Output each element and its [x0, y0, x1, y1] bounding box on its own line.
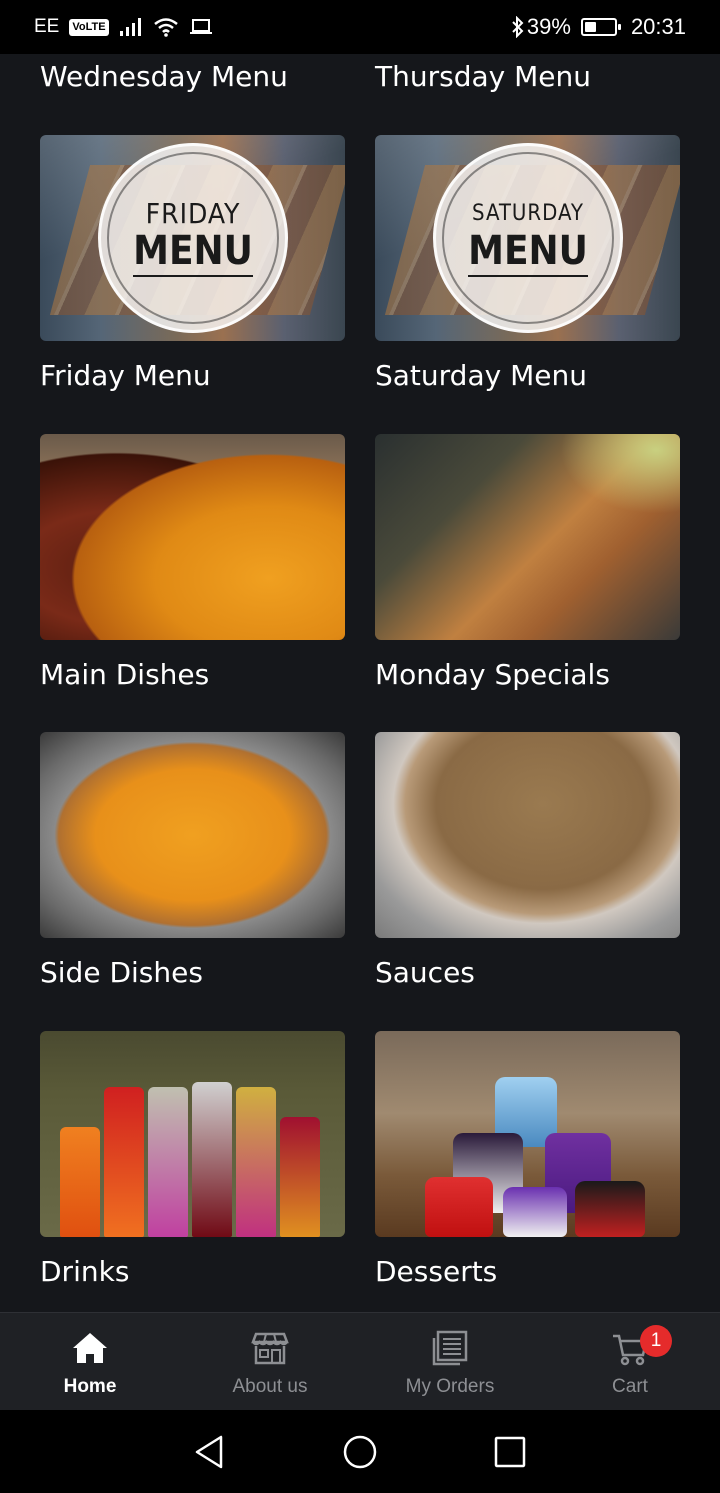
volte-badge: VoLTE [69, 18, 109, 36]
home-system-button[interactable] [340, 1432, 380, 1472]
category-title: Saturday Menu [375, 359, 587, 392]
category-grid: Wednesday Menu Thursday Menu FRIDAY MENU… [0, 54, 720, 1312]
system-navigation-bar [0, 1410, 720, 1493]
category-card-drinks[interactable]: Drinks [40, 1031, 345, 1288]
nav-home-label: Home [63, 1376, 117, 1397]
thursday-menu-label[interactable]: Thursday Menu [375, 60, 591, 93]
category-title: Sauces [375, 956, 475, 989]
home-icon [73, 1333, 107, 1363]
category-title: Drinks [40, 1255, 130, 1288]
stamp-day: FRIDAY [145, 197, 241, 230]
laptop-icon [189, 19, 212, 34]
nav-about-us[interactable]: About us [180, 1313, 360, 1411]
back-button[interactable] [190, 1432, 230, 1472]
main-dishes-image [40, 434, 345, 640]
sauces-image [375, 732, 680, 938]
orders-icon [432, 1330, 468, 1366]
category-title: Monday Specials [375, 658, 610, 691]
category-card-sauces[interactable]: Sauces [375, 732, 680, 989]
recents-square-icon [494, 1436, 526, 1467]
drinks-image [40, 1031, 345, 1237]
category-card-desserts[interactable]: Desserts [375, 1031, 680, 1288]
stamp-menu: MENU [133, 229, 253, 277]
battery-level [584, 22, 596, 32]
category-title: Friday Menu [40, 359, 211, 392]
stamp-menu: MENU [468, 229, 588, 277]
category-title: Side Dishes [40, 956, 203, 989]
status-bar: EE VoLTE 39% 20:31 [0, 0, 720, 54]
saturday-menu-image: SATURDAY MENU [375, 135, 680, 341]
cart-count-badge: 1 [640, 1325, 672, 1357]
side-dishes-image [40, 732, 345, 938]
signal-icon [119, 18, 141, 36]
wednesday-menu-label[interactable]: Wednesday Menu [40, 60, 288, 93]
category-card-main-dishes[interactable]: Main Dishes [40, 434, 345, 691]
category-card-saturday[interactable]: SATURDAY MENU Saturday Menu [375, 135, 680, 392]
home-circle-icon [343, 1435, 377, 1468]
category-card-friday[interactable]: FRIDAY MENU Friday Menu [40, 135, 345, 392]
bluetooth-icon [512, 16, 524, 38]
nav-about-us-label: About us [232, 1376, 308, 1397]
friday-menu-image: FRIDAY MENU [40, 135, 345, 341]
category-card-monday-specials[interactable]: Monday Specials [375, 434, 680, 691]
status-right: 39% 20:31 [511, 14, 686, 40]
recents-button[interactable] [490, 1432, 530, 1472]
status-left: EE VoLTE [34, 16, 213, 38]
battery-percent: 39% [526, 14, 571, 39]
menu-stamp: SATURDAY MENU [433, 143, 623, 333]
category-title: Desserts [375, 1255, 498, 1288]
back-triangle-icon [195, 1435, 223, 1468]
monday-specials-image [375, 434, 680, 640]
category-card-side-dishes[interactable]: Side Dishes [40, 732, 345, 989]
battery-icon [580, 18, 621, 36]
nav-cart-label: Cart [612, 1376, 648, 1397]
stamp-day: SATURDAY [472, 201, 584, 226]
nav-home[interactable]: Home [0, 1313, 180, 1411]
category-title: Main Dishes [40, 658, 210, 691]
desserts-image [375, 1031, 680, 1237]
bottom-navigation: Home About us My Orders Cart 1 [0, 1312, 720, 1410]
wifi-icon [153, 18, 178, 37]
menu-stamp: FRIDAY MENU [98, 143, 288, 333]
nav-my-orders[interactable]: My Orders [360, 1313, 540, 1411]
nav-my-orders-label: My Orders [405, 1376, 495, 1397]
nav-cart[interactable]: Cart 1 [540, 1313, 720, 1411]
carrier-label: EE [34, 16, 60, 37]
clock: 20:31 [630, 14, 686, 39]
store-icon [251, 1332, 289, 1365]
